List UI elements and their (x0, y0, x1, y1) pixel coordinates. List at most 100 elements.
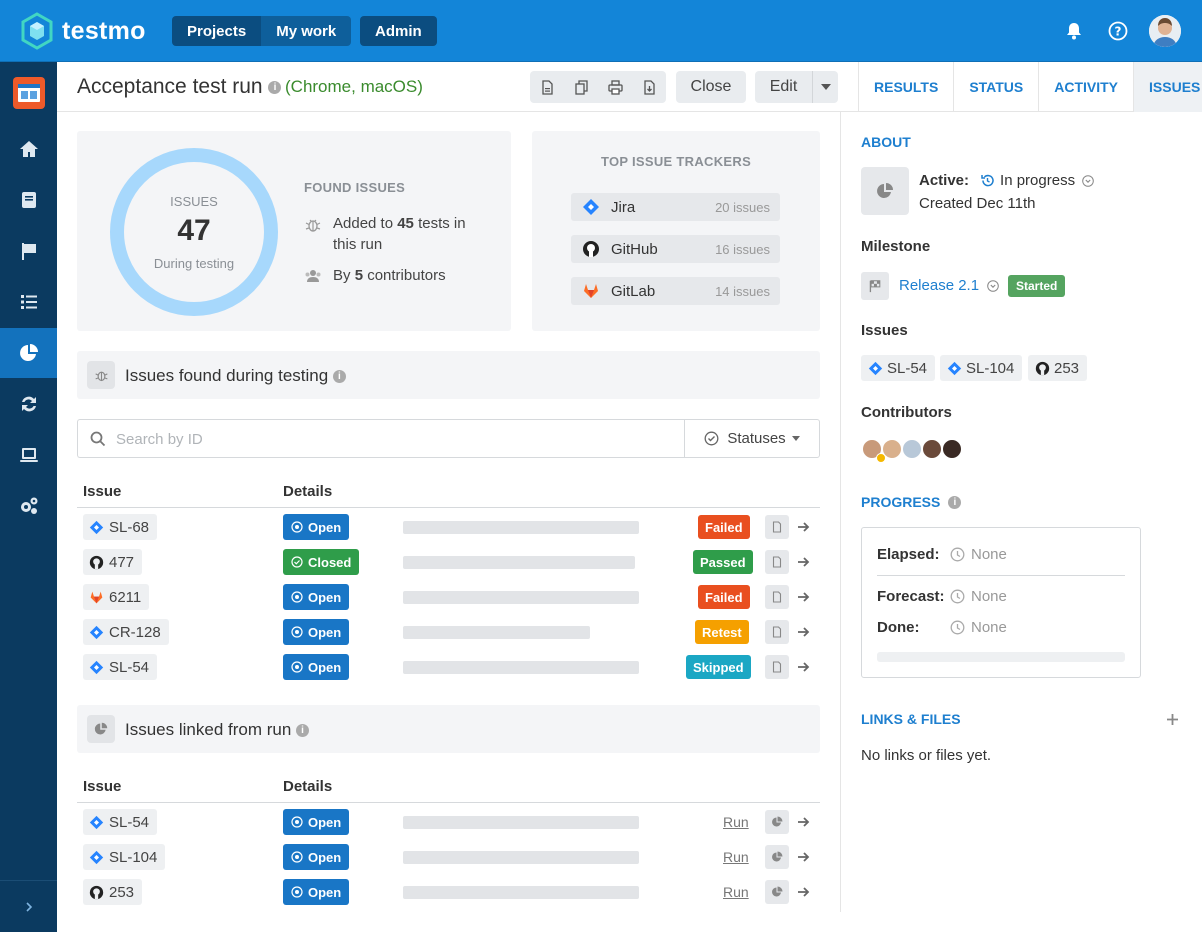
progress-heading: PROGRESS i (861, 494, 962, 510)
milestone-icon (861, 272, 889, 300)
tab-issues[interactable]: ISSUES (1133, 62, 1202, 112)
chevron-down-circle-icon[interactable] (1082, 174, 1094, 187)
issue-chip-253[interactable]: 253 (1028, 355, 1088, 381)
view-result-button[interactable] (765, 515, 789, 539)
result-status-text: Passed (700, 554, 746, 570)
pie-chart-icon (772, 851, 783, 862)
sidebar-project-logo[interactable] (0, 68, 57, 118)
table-header-divider (77, 507, 820, 508)
tracker-gitlab[interactable]: GitLab 14 issues (571, 277, 780, 305)
sidebar-item-reports[interactable] (0, 328, 57, 378)
admin-button[interactable]: Admin (360, 16, 437, 46)
search-input[interactable] (116, 428, 656, 450)
tracker-github[interactable]: GitHub 16 issues (571, 235, 780, 263)
issue-id-chip[interactable]: CR-128 (83, 619, 169, 645)
tracker-count: 20 issues (715, 200, 770, 215)
issue-state-badge: Open (283, 809, 350, 835)
contributor-avatar[interactable] (941, 438, 963, 460)
issue-state-badge: Open (283, 514, 350, 540)
edit-dropdown-button[interactable] (813, 71, 838, 103)
statuses-filter[interactable]: Statuses (684, 419, 820, 458)
print-button[interactable] (598, 71, 632, 103)
info-icon[interactable]: i (332, 370, 346, 384)
sidebar-item-repository[interactable] (0, 175, 57, 225)
contributor-avatar[interactable] (921, 438, 943, 460)
view-result-button[interactable] (765, 585, 789, 609)
run-link[interactable]: Run (723, 814, 749, 830)
issue-chip-sl-54[interactable]: SL-54 (861, 355, 936, 381)
github-icon (1035, 361, 1050, 375)
issue-id-chip[interactable]: 253 (83, 879, 143, 905)
issue-id-chip[interactable]: SL-104 (83, 844, 166, 870)
chevron-down-circle-icon[interactable] (987, 279, 999, 292)
sidebar-expand-button[interactable] (0, 880, 57, 932)
arrow-right-icon[interactable] (797, 520, 811, 534)
tab-results[interactable]: RESULTS (858, 62, 953, 112)
arrow-right-icon[interactable] (797, 590, 811, 604)
logo[interactable]: testmo (20, 12, 146, 50)
issue-chip-label: SL-104 (966, 359, 1015, 377)
sidebar-item-automation[interactable] (0, 379, 57, 429)
nav-projects[interactable]: Projects (172, 16, 262, 46)
tracker-jira[interactable]: Jira 20 issues (571, 193, 780, 221)
report-button[interactable] (530, 71, 564, 103)
issue-details-placeholder (403, 816, 639, 829)
view-result-button[interactable] (765, 550, 789, 574)
issue-state-text: Open (308, 624, 342, 640)
result-status-badge: Retest (695, 620, 749, 644)
view-result-button[interactable] (765, 655, 789, 679)
info-icon[interactable]: i (296, 724, 310, 738)
sidebar-item-runs[interactable] (0, 277, 57, 327)
export-button[interactable] (632, 71, 666, 103)
col-issue-header[interactable]: Issue (83, 483, 121, 500)
issue-id-chip[interactable]: 477 (83, 549, 143, 575)
nav-my-work[interactable]: My work (261, 16, 352, 46)
issue-id-chip[interactable]: 6211 (83, 584, 150, 610)
help-icon[interactable]: ? (1107, 20, 1129, 42)
arrow-right-icon[interactable] (797, 625, 811, 639)
issue-id-chip[interactable]: SL-54 (83, 654, 158, 680)
issue-state-badge: Open (283, 584, 350, 610)
issue-id-chip[interactable]: SL-54 (83, 809, 158, 835)
run-link[interactable]: Run (723, 884, 749, 900)
arrow-right-icon[interactable] (797, 850, 811, 864)
close-button[interactable]: Close (676, 71, 746, 103)
view-result-button[interactable] (765, 620, 789, 644)
tab-status[interactable]: STATUS (953, 62, 1038, 112)
contributor-avatar[interactable] (901, 438, 923, 460)
issue-state-text: Open (308, 589, 342, 605)
view-run-button[interactable] (765, 845, 789, 869)
bell-icon[interactable] (1063, 20, 1085, 42)
view-run-button[interactable] (765, 880, 789, 904)
result-status-badge: Failed (698, 515, 750, 539)
by-suffix: contributors (363, 267, 446, 284)
info-icon[interactable]: i (948, 495, 962, 509)
sidebar-item-sessions[interactable] (0, 430, 57, 480)
run-link[interactable]: Run (723, 849, 749, 865)
tab-activity[interactable]: ACTIVITY (1038, 62, 1133, 112)
linked-section-title: Issues linked from run i (125, 720, 310, 740)
user-avatar[interactable] (1149, 15, 1181, 47)
sidebar-item-milestones[interactable] (0, 226, 57, 276)
history-icon (981, 174, 994, 187)
milestone-link[interactable]: Release 2.1 (899, 277, 999, 294)
info-icon[interactable]: i (268, 80, 282, 94)
plus-icon[interactable] (1166, 713, 1179, 726)
copy-button[interactable] (564, 71, 598, 103)
github-icon (583, 241, 599, 257)
arrow-right-icon[interactable] (797, 885, 811, 899)
view-run-button[interactable] (765, 810, 789, 834)
document-icon (772, 521, 782, 533)
arrow-right-icon[interactable] (797, 555, 811, 569)
arrow-right-icon[interactable] (797, 815, 811, 829)
sidebar-item-home[interactable] (0, 124, 57, 174)
col-issue-header[interactable]: Issue (83, 778, 121, 795)
edit-button[interactable]: Edit (755, 71, 813, 103)
issue-id-chip[interactable]: SL-68 (83, 514, 158, 540)
forecast-value-text: None (971, 588, 1007, 605)
issue-chip-sl-104[interactable]: SL-104 (940, 355, 1023, 381)
sidebar-item-settings[interactable] (0, 481, 57, 531)
jira-icon (89, 625, 104, 639)
arrow-right-icon[interactable] (797, 660, 811, 674)
forecast-value: None (950, 588, 1007, 605)
